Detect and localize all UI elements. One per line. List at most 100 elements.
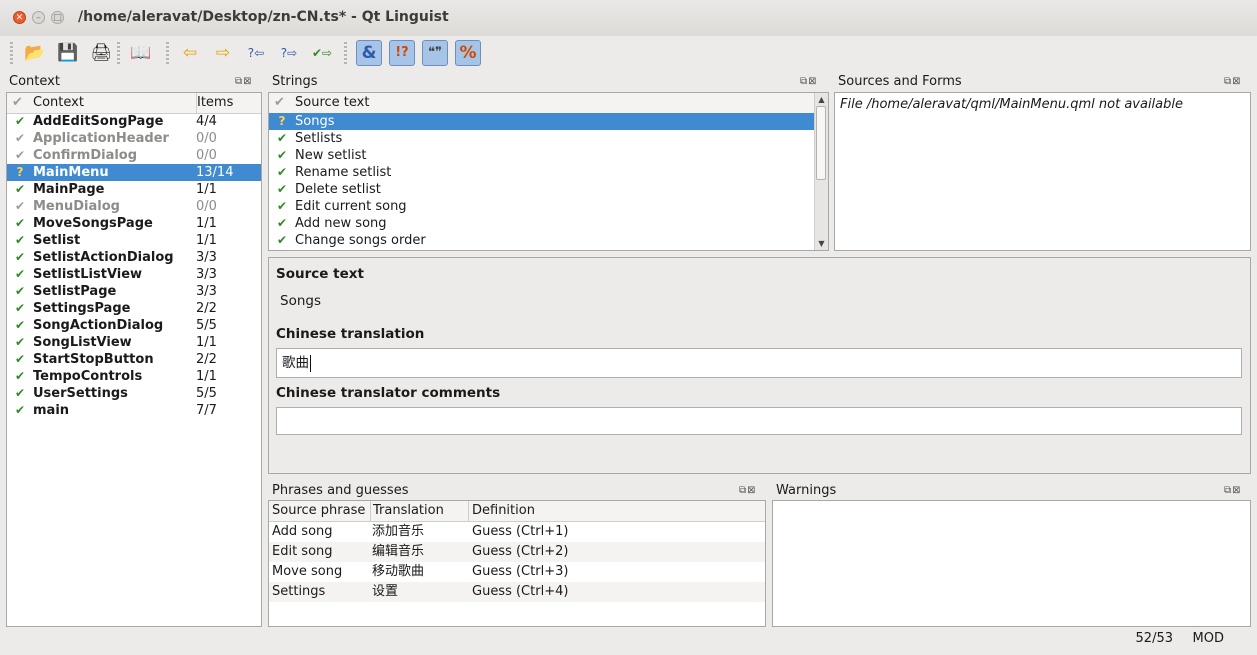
context-row[interactable]: ✔ SongActionDialog 5/5	[7, 317, 261, 334]
translation-field[interactable]: 歌曲	[276, 348, 1242, 378]
context-row[interactable]: ✔ SettingsPage 2/2	[7, 300, 261, 317]
status-bar: 52/53 MOD	[0, 626, 1257, 655]
sources-view[interactable]: File /home/aleravat/qml/MainMenu.qml not…	[834, 92, 1251, 251]
phrase-validation-icon[interactable]: ❝❞	[422, 40, 448, 66]
context-row[interactable]: ✔ SongListView 1/1	[7, 334, 261, 351]
source-text-label: Source text	[276, 266, 364, 282]
context-name: UserSettings	[33, 386, 128, 401]
phrases-list[interactable]: Source phrase Translation Definition Add…	[268, 500, 766, 627]
phrases-dock-buttons-icon[interactable]: ⧉⊠	[739, 482, 757, 500]
string-row[interactable]: ✔ Delete setlist	[269, 181, 815, 198]
warnings-dock-title[interactable]: Warnings	[776, 482, 836, 500]
phrase-row[interactable]: Move song 移动歌曲 Guess (Ctrl+3)	[269, 562, 765, 582]
title-bar: ✕ – □ /home/aleravat/Desktop/zn-CN.ts* -…	[0, 0, 1257, 36]
save-icon[interactable]: 💾	[55, 40, 81, 66]
print-icon[interactable]: 🖨	[88, 40, 114, 66]
context-row[interactable]: ✔ SetlistActionDialog 3/3	[7, 249, 261, 266]
context-row[interactable]: ✔ SetlistListView 3/3	[7, 266, 261, 283]
toolbar-grip[interactable]	[10, 42, 13, 64]
done-check-icon: ✔	[276, 199, 288, 213]
maximize-window-button[interactable]: □	[51, 11, 64, 24]
strings-list[interactable]: ✔ Source text ? Songs ✔ Setlists ✔ New setlis…	[268, 92, 829, 251]
context-name: StartStopButton	[33, 352, 154, 367]
phrase-row[interactable]: Settings 设置 Guess (Ctrl+4)	[269, 582, 765, 602]
items-column-header[interactable]: Items	[196, 93, 233, 113]
context-row[interactable]: ✔ AddEditSongPage 4/4	[7, 113, 261, 130]
context-row[interactable]: ✔ main 7/7	[7, 402, 261, 419]
done-check-icon: ✔	[14, 301, 26, 315]
string-row[interactable]: ✔ New setlist	[269, 147, 815, 164]
punctuation-validation-icon[interactable]: !?	[389, 40, 415, 66]
context-row[interactable]: ✔ TempoControls 1/1	[7, 368, 261, 385]
placemarker-validation-icon[interactable]: %	[455, 40, 481, 66]
done-check-icon: ✔	[14, 267, 26, 281]
translation-column-header[interactable]: Translation	[370, 501, 444, 521]
context-row[interactable]: ✔ StartStopButton 2/2	[7, 351, 261, 368]
definition-column-header[interactable]: Definition	[468, 501, 535, 521]
phrase-translation: 设置	[372, 584, 399, 599]
done-check-icon: ✔	[14, 352, 26, 366]
source-text: New setlist	[295, 148, 367, 163]
context-row[interactable]: ✔ Setlist 1/1	[7, 232, 261, 249]
toolbar-grip[interactable]	[166, 42, 169, 64]
context-dock-buttons-icon[interactable]: ⧉⊠	[235, 73, 253, 91]
context-items: 1/1	[196, 335, 217, 350]
string-row[interactable]: ? Songs	[269, 113, 815, 130]
string-row[interactable]: ✔ Edit current song	[269, 198, 815, 215]
context-items: 0/0	[196, 148, 217, 163]
phrase-source: Add song	[272, 524, 333, 539]
status-modified: MOD	[1192, 631, 1224, 646]
strings-dock-buttons-icon[interactable]: ⧉⊠	[800, 73, 818, 91]
context-row[interactable]: ✔ MainPage 1/1	[7, 181, 261, 198]
comments-label: Chinese translator comments	[276, 385, 501, 401]
warnings-view[interactable]	[772, 500, 1251, 627]
context-row[interactable]: ✔ SetlistPage 3/3	[7, 283, 261, 300]
scroll-down-icon[interactable]: ▼	[815, 237, 828, 250]
context-row[interactable]: ✔ ApplicationHeader 0/0	[7, 130, 261, 147]
phrase-row[interactable]: Add song 添加音乐 Guess (Ctrl+1)	[269, 522, 765, 542]
done-check-icon: ✔	[14, 216, 26, 230]
scrollbar-thumb[interactable]	[816, 106, 826, 180]
strings-scrollbar[interactable]: ▲ ▼	[814, 93, 828, 250]
comments-field[interactable]	[276, 407, 1242, 435]
string-row[interactable]: ✔ Change songs order	[269, 232, 815, 249]
string-row[interactable]: ✔ Rename setlist	[269, 164, 815, 181]
done-next-icon[interactable]: ✔⇨	[309, 40, 335, 66]
done-check-icon: ✔	[14, 318, 26, 332]
context-row[interactable]: ? MainMenu 13/14	[7, 164, 261, 181]
minimize-window-button[interactable]: –	[32, 11, 45, 24]
source-phrase-column-header[interactable]: Source phrase	[272, 501, 365, 521]
context-list[interactable]: ✔ Context Items ✔ AddEditSongPage 4/4 ✔ Appl…	[6, 92, 262, 627]
scroll-up-icon[interactable]: ▲	[815, 93, 828, 106]
next-icon[interactable]: ⇨	[210, 40, 236, 66]
phrases-dock-title[interactable]: Phrases and guesses	[272, 482, 408, 500]
done-check-icon: ✔	[14, 335, 26, 349]
context-row[interactable]: ✔ UserSettings 5/5	[7, 385, 261, 402]
next-unfinished-icon[interactable]: ?⇨	[276, 40, 302, 66]
open-icon[interactable]: 📂	[22, 40, 48, 66]
context-row[interactable]: ✔ MoveSongsPage 1/1	[7, 215, 261, 232]
toolbar-grip[interactable]	[117, 42, 120, 64]
context-column-header[interactable]: Context	[33, 93, 84, 113]
context-row[interactable]: ✔ MenuDialog 0/0	[7, 198, 261, 215]
string-row[interactable]: ✔ Add new song	[269, 215, 815, 232]
phrase-row[interactable]: Edit song 编辑音乐 Guess (Ctrl+2)	[269, 542, 765, 562]
phrasebook-icon[interactable]: 📖	[128, 40, 154, 66]
done-check-icon: ✔	[14, 369, 26, 383]
context-items: 4/4	[196, 114, 217, 129]
context-name: SongListView	[33, 335, 132, 350]
prev-unfinished-icon[interactable]: ?⇦	[243, 40, 269, 66]
warnings-dock-buttons-icon[interactable]: ⧉⊠	[1224, 482, 1242, 500]
strings-dock-title[interactable]: Strings	[272, 73, 318, 91]
string-row[interactable]: ✔ Setlists	[269, 130, 815, 147]
sources-dock-buttons-icon[interactable]: ⧉⊠	[1224, 73, 1242, 91]
toolbar-grip[interactable]	[344, 42, 347, 64]
context-items: 0/0	[196, 199, 217, 214]
close-window-button[interactable]: ✕	[13, 11, 26, 24]
source-text: Change songs order	[295, 233, 426, 248]
prev-icon[interactable]: ⇦	[177, 40, 203, 66]
accelerators-validation-icon[interactable]: &	[356, 40, 382, 66]
context-row[interactable]: ✔ ConfirmDialog 0/0	[7, 147, 261, 164]
context-dock-title[interactable]: Context	[9, 73, 60, 91]
sources-dock-title[interactable]: Sources and Forms	[838, 73, 962, 91]
